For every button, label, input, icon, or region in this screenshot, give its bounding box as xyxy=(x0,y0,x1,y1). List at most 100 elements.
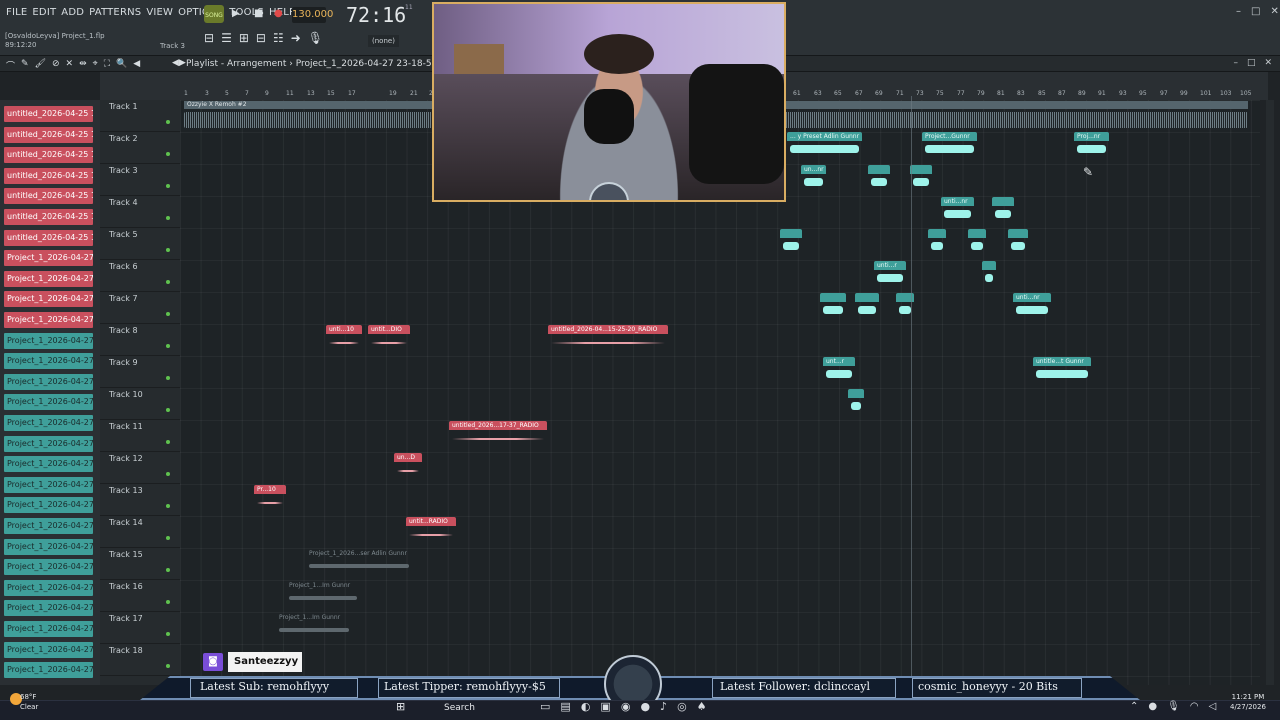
speaker-icon[interactable]: ◀ xyxy=(133,59,140,72)
track-header-18[interactable]: Track 18 xyxy=(100,644,180,676)
track-header-1[interactable]: Track 1 xyxy=(100,100,180,132)
taskbar-search[interactable]: Search xyxy=(424,700,524,716)
audio-clip-0[interactable]: ... y Preset Adlin Gunnr xyxy=(787,132,862,160)
track-mute-led[interactable] xyxy=(166,408,170,412)
play-icon[interactable]: ▶ xyxy=(232,8,240,19)
mixer-icon[interactable]: ⊟ xyxy=(256,31,266,45)
picker-clip-16[interactable]: Project_1_2026-04-27 2... xyxy=(4,435,93,452)
audio-clip-9[interactable] xyxy=(928,229,946,257)
picker-clip-19[interactable]: Project_1_2026-04-27 2... xyxy=(4,497,93,514)
playlist-minimize-icon[interactable]: – xyxy=(1233,58,1238,68)
track-header-14[interactable]: Track 14 xyxy=(100,516,180,548)
plugin-icon[interactable]: ☷ xyxy=(273,31,284,45)
tray-wifi-icon[interactable]: ◠ xyxy=(1190,701,1199,712)
audio-clip-11[interactable] xyxy=(1008,229,1028,257)
track-header-11[interactable]: Track 11 xyxy=(100,420,180,452)
song-mode-toggle[interactable]: SONG xyxy=(204,5,224,23)
audio-clip-13[interactable] xyxy=(982,261,996,289)
tray-chevron-icon[interactable]: ⌃ xyxy=(1130,701,1138,712)
track-header-2[interactable]: Track 2 xyxy=(100,132,180,164)
audio-clip-29[interactable]: Project_1...Im Gunnr xyxy=(286,581,360,609)
audio-clip-26[interactable]: Pr...10 xyxy=(254,485,286,513)
picker-clip-7[interactable]: Project_1_2026-04-27 2... xyxy=(4,250,93,267)
taskbar-clock[interactable]: 11:21 PM 4/27/2026 xyxy=(1230,692,1266,712)
audio-clip-7[interactable] xyxy=(992,197,1014,225)
track-header-5[interactable]: Track 5 xyxy=(100,228,180,260)
audio-clip-24[interactable]: untitled_2026...17-37_RADIO xyxy=(449,421,547,449)
track-header-15[interactable]: Track 15 xyxy=(100,548,180,580)
menu-file[interactable]: FILE xyxy=(6,7,27,18)
picker-clip-12[interactable]: Project_1_2026-04-27 2... xyxy=(4,353,93,370)
audio-clip-23[interactable] xyxy=(848,389,864,417)
edge-app-icon[interactable]: ◐ xyxy=(581,700,591,713)
files-app-icon[interactable]: ▭ xyxy=(540,700,550,713)
audio-clip-25[interactable]: un...D xyxy=(394,453,422,481)
audio-clip-1[interactable]: Project...Gunnr xyxy=(922,132,977,160)
fl-app-icon[interactable]: ♠ xyxy=(697,700,707,713)
select-icon[interactable]: ⛶ xyxy=(104,59,110,72)
tray-mic-icon[interactable]: 🎙 xyxy=(1167,701,1180,712)
track-mute-led[interactable] xyxy=(166,472,170,476)
slip-icon[interactable]: ⇹ xyxy=(79,59,87,72)
close-icon[interactable]: ✕ xyxy=(1270,6,1278,17)
picker-clip-11[interactable]: Project_1_2026-04-27 2... xyxy=(4,332,93,349)
audio-clip-30[interactable]: Project_1...Im Gunnr xyxy=(276,613,352,641)
track-mute-led[interactable] xyxy=(166,504,170,508)
track-header-4[interactable]: Track 4 xyxy=(100,196,180,228)
magnet-icon[interactable]: ⌒ xyxy=(6,59,15,72)
track-header-16[interactable]: Track 16 xyxy=(100,580,180,612)
tray-volume-icon[interactable]: ◁ xyxy=(1209,701,1217,712)
vertical-scrollbar[interactable] xyxy=(1266,100,1274,685)
tiktok-app-icon[interactable]: ♪ xyxy=(660,700,667,713)
audio-clip-20[interactable]: untitled_2026-04...15-25-20_RADIO xyxy=(548,325,668,353)
maximize-icon[interactable]: □ xyxy=(1251,6,1260,17)
picker-clip-2[interactable]: untitled_2026-04-25 15-... xyxy=(4,147,93,164)
picker-clip-22[interactable]: Project_1_2026-04-27 2... xyxy=(4,559,93,576)
track-mute-led[interactable] xyxy=(166,216,170,220)
piano-roll-icon[interactable]: ☰ xyxy=(221,31,232,45)
track-mute-led[interactable] xyxy=(166,536,170,540)
mute-icon[interactable]: ✕ xyxy=(66,59,74,72)
picker-clip-0[interactable]: untitled_2026-04-25 15-... xyxy=(4,106,93,122)
track-mute-led[interactable] xyxy=(166,664,170,668)
channel-rack-icon[interactable]: ⊞ xyxy=(239,31,249,45)
picker-clip-26[interactable]: Project_1_2026-04-27 2... xyxy=(4,641,93,658)
picker-clip-8[interactable]: Project_1_2026-04-27 2... xyxy=(4,270,93,287)
playlist-maximize-icon[interactable]: □ xyxy=(1247,58,1256,68)
audio-clip-3[interactable]: un...nr xyxy=(801,165,826,193)
track-mute-led[interactable] xyxy=(166,120,170,124)
chrome-app-icon[interactable]: ◉ xyxy=(621,700,631,713)
playhead[interactable] xyxy=(911,96,912,686)
track-mute-led[interactable] xyxy=(166,632,170,636)
audio-clip-18[interactable]: unti...10 xyxy=(326,325,362,353)
slice-icon[interactable]: ⌖ xyxy=(93,59,98,72)
audio-clip-22[interactable]: untitle...t Gunnr xyxy=(1033,357,1091,385)
picker-clip-25[interactable]: Project_1_2026-04-27 2... xyxy=(4,621,93,637)
audio-clip-10[interactable] xyxy=(968,229,986,257)
playlist-icon[interactable]: ⊟ xyxy=(204,31,214,45)
picker-clip-10[interactable]: Project_1_2026-04-27 2... xyxy=(4,312,93,328)
weather-widget[interactable]: 68°F Clear xyxy=(20,692,38,712)
start-icon[interactable]: ⊞ xyxy=(396,700,405,713)
picker-clip-1[interactable]: untitled_2026-04-25 15-... xyxy=(4,126,93,143)
arrow-icon[interactable]: ➜ xyxy=(291,31,301,45)
picker-clip-14[interactable]: Project_1_2026-04-27 2... xyxy=(4,394,93,411)
picker-clip-17[interactable]: Project_1_2026-04-27 2... xyxy=(4,456,93,473)
delete-icon[interactable]: ⊘ xyxy=(52,59,60,72)
track-mute-led[interactable] xyxy=(166,152,170,156)
picker-clip-13[interactable]: Project_1_2026-04-27 2... xyxy=(4,373,93,390)
audio-clip-12[interactable]: unti...r xyxy=(874,261,906,289)
picker-clip-20[interactable]: Project_1_2026-04-27 2... xyxy=(4,518,93,534)
track-header-8[interactable]: Track 8 xyxy=(100,324,180,356)
audio-clip-6[interactable]: unti...nr xyxy=(941,197,974,225)
tempo-display[interactable]: 130.000 xyxy=(292,7,333,23)
track-mute-led[interactable] xyxy=(166,600,170,604)
track-mute-led[interactable] xyxy=(166,344,170,348)
store-app-icon[interactable]: ▣ xyxy=(600,700,610,713)
track-header-9[interactable]: Track 9 xyxy=(100,356,180,388)
picker-clip-18[interactable]: Project_1_2026-04-27 2... xyxy=(4,476,93,493)
menu-view[interactable]: VIEW xyxy=(146,7,173,18)
audio-clip-19[interactable]: untit...DIO xyxy=(368,325,410,353)
audio-clip-2[interactable]: Proj...nr xyxy=(1074,132,1109,160)
audio-clip-17[interactable]: unti...nr xyxy=(1013,293,1051,321)
